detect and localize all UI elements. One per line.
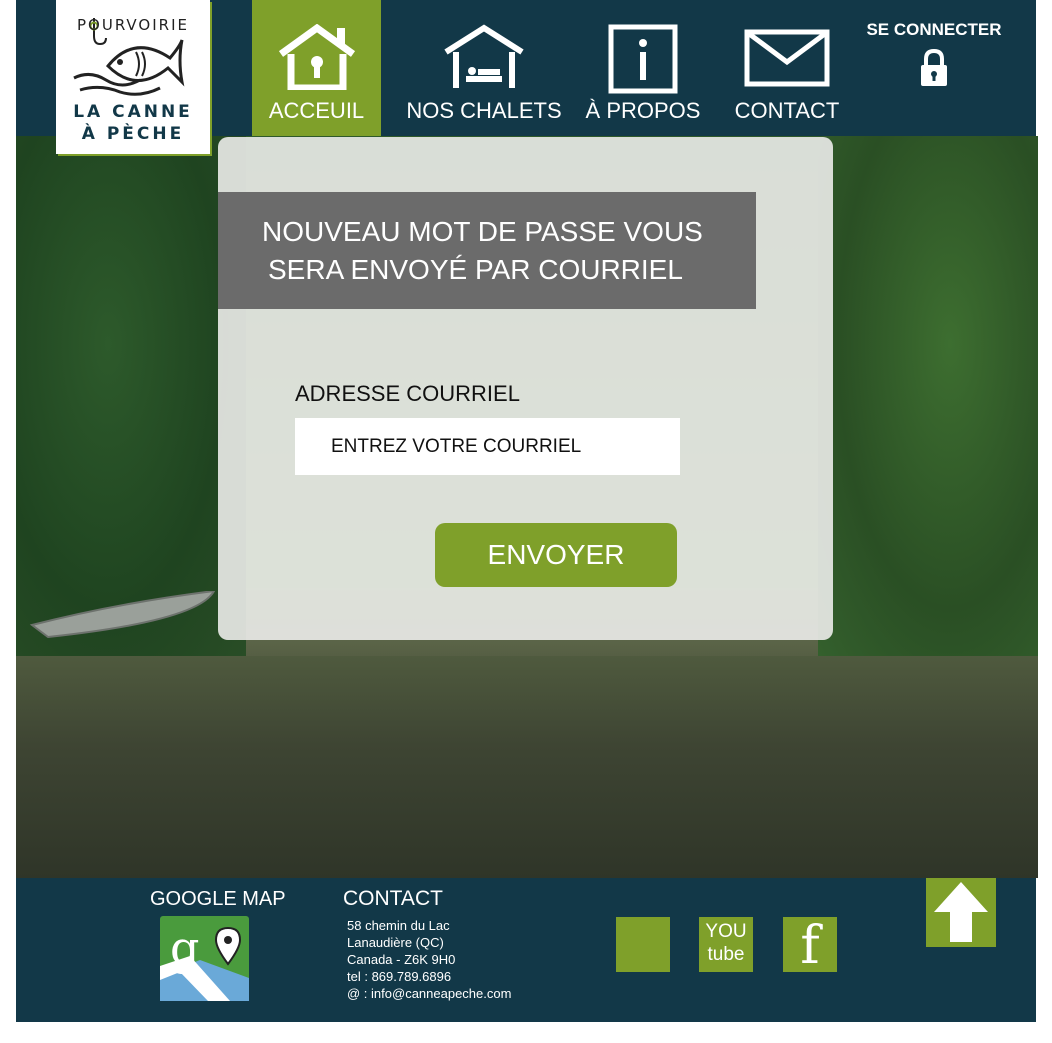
nav-label-accueil: ACCEUIL xyxy=(268,98,365,123)
page: POURVOIRIE LA CANNE À PÈCHE ACCEUIL NOS … xyxy=(16,0,1038,1022)
lake-water xyxy=(16,656,1038,878)
logo-line-3: À PÈCHE xyxy=(81,124,185,144)
facebook-icon: f xyxy=(800,916,820,976)
nav-item-a-propos[interactable]: À PROPOS xyxy=(582,0,704,136)
login-link[interactable]: SE CONNECTER xyxy=(864,20,1004,88)
google-maps-icon[interactable]: g xyxy=(160,916,249,1001)
nav-label-a-propos: À PROPOS xyxy=(585,98,701,123)
house-icon xyxy=(278,24,355,90)
banner-line-1: NOUVEAU MOT DE PASSE VOUS xyxy=(262,216,703,247)
arrow-up-icon xyxy=(934,882,988,942)
scroll-top-button[interactable] xyxy=(926,878,996,947)
address-line: Lanaudière (QC) xyxy=(347,935,444,950)
envelope-icon xyxy=(744,29,830,87)
canoe-image xyxy=(29,591,216,639)
forest-right xyxy=(818,136,1038,656)
banner-line-2: SERA ENVOYÉ PAR COURRIEL xyxy=(268,254,683,285)
svg-text:g: g xyxy=(170,921,199,975)
email-label: ADRESSE COURRIEL xyxy=(295,381,520,406)
phone-line: tel : 869.789.6896 xyxy=(347,969,452,984)
email-field[interactable] xyxy=(295,418,680,475)
social-blank-button[interactable] xyxy=(616,917,670,972)
nav-item-contact[interactable]: CONTACT xyxy=(730,0,844,136)
youtube-label-bottom: tube xyxy=(707,944,745,965)
youtube-button[interactable]: YOU tube xyxy=(699,917,753,972)
panel-banner: NOUVEAU MOT DE PASSE VOUS SERA ENVOYÉ PA… xyxy=(218,192,756,309)
google-map-title: GOOGLE MAP xyxy=(150,888,286,910)
email-link[interactable]: @ : info@canneapeche.com xyxy=(347,985,511,1002)
login-label: SE CONNECTER xyxy=(866,20,1002,39)
logo-line-1: POURVOIRIE xyxy=(77,16,189,34)
facebook-button[interactable]: f xyxy=(783,917,837,975)
nav-item-chalets[interactable]: NOS CHALETS xyxy=(404,0,564,136)
lock-icon xyxy=(921,48,947,86)
send-button[interactable]: ENVOYER xyxy=(435,523,677,587)
info-icon xyxy=(608,24,678,94)
address-line: 58 chemin du Lac xyxy=(347,918,450,933)
address-line: Canada - Z6K 9H0 xyxy=(347,952,456,967)
bed-house-icon xyxy=(444,24,524,88)
youtube-label-top: YOU xyxy=(705,921,747,942)
password-reset-panel: NOUVEAU MOT DE PASSE VOUS SERA ENVOYÉ PA… xyxy=(218,137,833,640)
site-footer: GOOGLE MAP g CONTACT 58 chemin du Lac La… xyxy=(16,878,1036,1022)
forest-left xyxy=(16,136,246,656)
footer-address: 58 chemin du Lac Lanaudière (QC) Canada … xyxy=(347,917,511,1002)
nav-label-contact: CONTACT xyxy=(734,98,840,123)
site-header: POURVOIRIE LA CANNE À PÈCHE ACCEUIL NOS … xyxy=(16,0,1036,154)
footer-contact-title: CONTACT xyxy=(343,887,443,910)
nav-item-accueil[interactable]: ACCEUIL xyxy=(252,0,381,136)
nav-label-chalets: NOS CHALETS xyxy=(406,98,562,123)
site-logo[interactable]: POURVOIRIE LA CANNE À PÈCHE xyxy=(56,0,210,154)
logo-line-2: LA CANNE xyxy=(73,102,193,122)
